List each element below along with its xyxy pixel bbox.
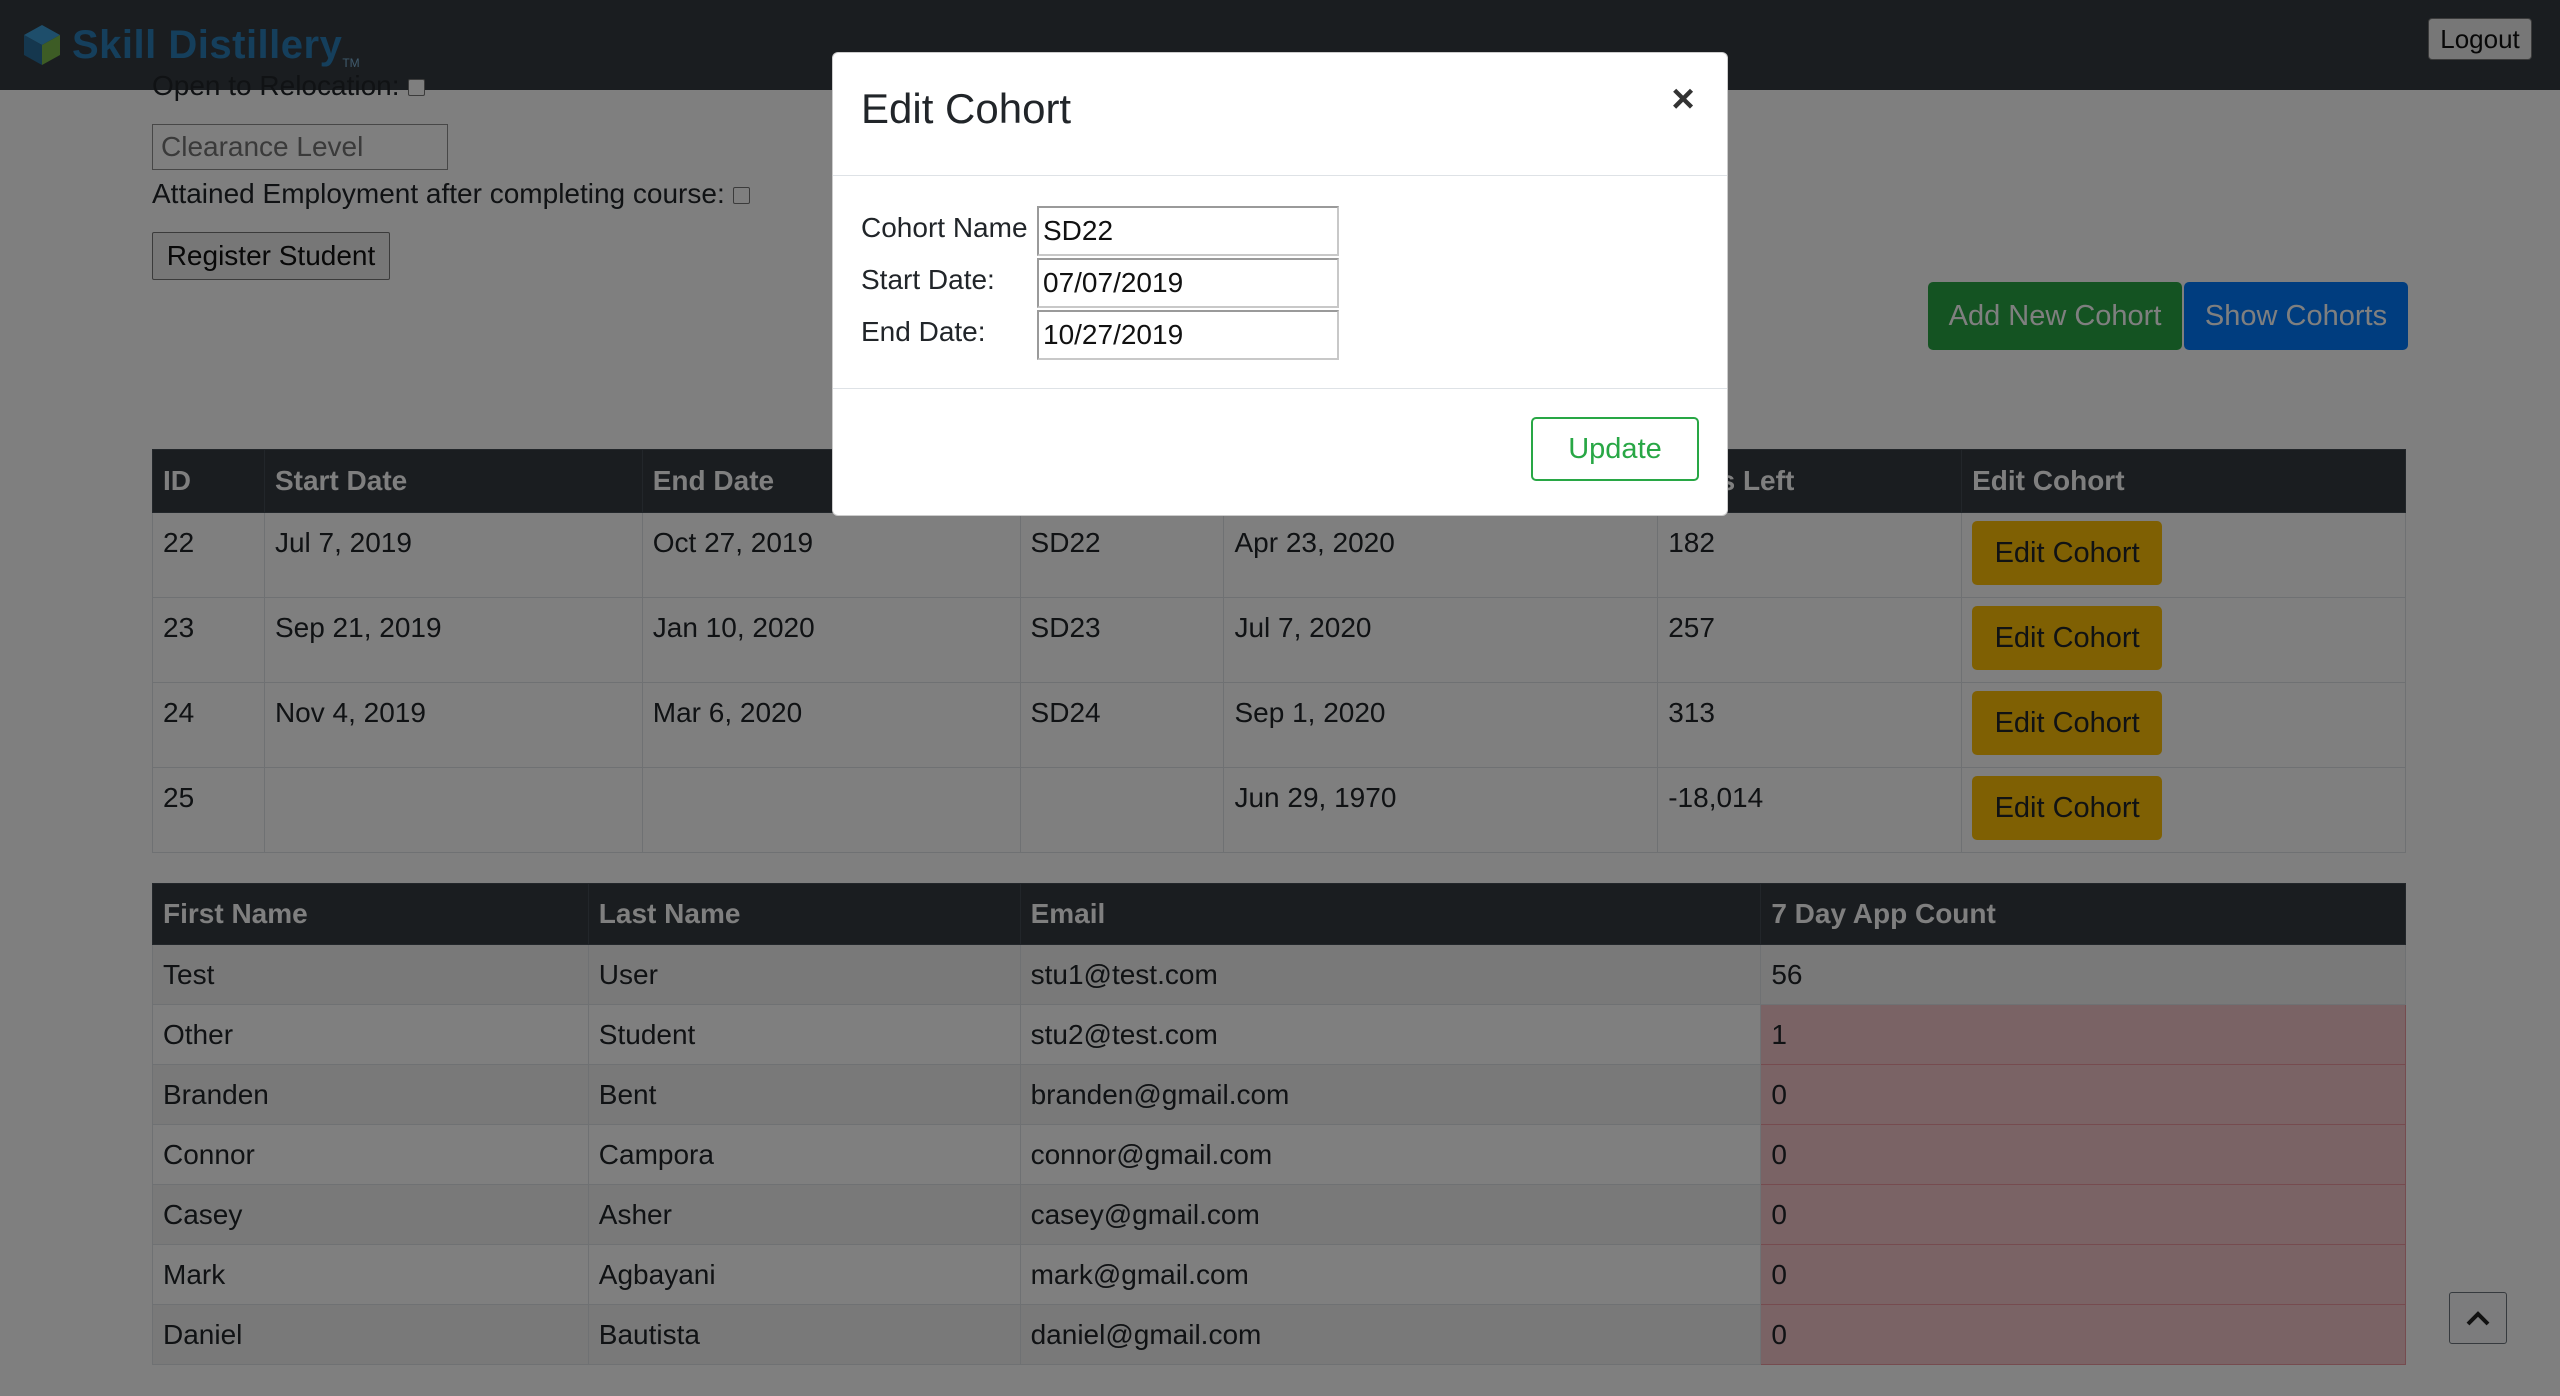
close-icon[interactable]: ×	[1663, 77, 1703, 122]
modal-footer: Update	[833, 389, 1727, 517]
update-button[interactable]: Update	[1531, 417, 1699, 481]
end-date-label: End Date:	[861, 316, 986, 347]
edit-cohort-modal: Edit Cohort × Cohort Name Start Date: En…	[832, 52, 1728, 516]
modal-body: Cohort Name Start Date: End Date:	[833, 176, 1727, 389]
start-date-input[interactable]	[1037, 258, 1339, 308]
start-date-label: Start Date:	[861, 264, 995, 295]
cohort-name-input[interactable]	[1037, 206, 1339, 256]
modal-header: Edit Cohort ×	[833, 53, 1727, 176]
end-date-input[interactable]	[1037, 310, 1339, 360]
cohort-name-label: Cohort Name	[861, 212, 1028, 243]
modal-title: Edit Cohort	[861, 85, 1072, 132]
